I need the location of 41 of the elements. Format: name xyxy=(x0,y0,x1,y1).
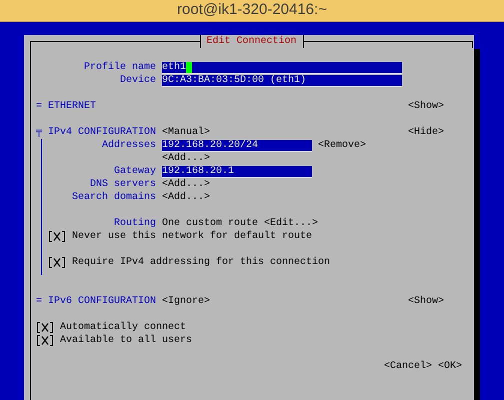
edit-button[interactable]: <Edit...> xyxy=(264,218,318,229)
mode-dropdown[interactable]: <Manual> xyxy=(162,126,210,139)
checkbox[interactable] xyxy=(48,231,66,242)
checkbox[interactable] xyxy=(36,322,54,333)
cancel-button[interactable]: <Cancel> xyxy=(384,361,432,372)
ok-button[interactable]: <OK> xyxy=(438,361,462,372)
checkbox-label: Require IPv4 addressing for this connection xyxy=(72,256,330,269)
input-field[interactable]: eth1 xyxy=(162,62,402,74)
field-label: Gateway xyxy=(112,165,156,178)
input-field[interactable]: 192.168.20.1 xyxy=(162,166,312,178)
checkbox-label: Automatically connect xyxy=(60,321,186,334)
section-header: IPv4 CONFIGURATION xyxy=(48,126,156,139)
section-header: IPv6 CONFIGURATION xyxy=(48,295,156,308)
input-field[interactable]: 9C:A3:BA:03:5D:00 (eth1) xyxy=(162,74,402,86)
checkbox-label: Never use this network for default route xyxy=(72,230,312,243)
routing-value: One custom route xyxy=(162,217,258,230)
checkbox[interactable] xyxy=(36,335,54,346)
field-label: Search domains xyxy=(70,191,156,204)
checkbox[interactable] xyxy=(48,257,66,268)
window-title: root@ik1-320-20416:~ xyxy=(177,0,327,20)
field-label: Routing xyxy=(112,217,156,230)
section-marker: = xyxy=(36,100,42,113)
field-label: Addresses xyxy=(100,139,156,152)
field-label: Device xyxy=(118,74,156,87)
add-button[interactable]: <Add...> xyxy=(162,152,210,165)
add-button[interactable]: <Add...> xyxy=(162,192,210,203)
remove-button[interactable]: <Remove> xyxy=(318,140,366,151)
field-label: Profile name xyxy=(82,61,156,74)
field-label: DNS servers xyxy=(88,178,156,191)
hide-toggle[interactable]: <Hide> xyxy=(408,126,444,139)
mode-dropdown[interactable]: <Ignore> xyxy=(162,295,210,308)
text-cursor xyxy=(186,62,192,72)
checkbox-label: Available to all users xyxy=(60,334,192,347)
show-toggle[interactable]: <Show> xyxy=(408,295,444,308)
section-marker: = xyxy=(36,295,42,308)
section-marker: ╤ xyxy=(36,126,42,139)
dialog-title: Edit Connection xyxy=(200,35,304,48)
show-toggle[interactable]: <Show> xyxy=(408,100,444,113)
section-header: ETHERNET xyxy=(48,100,96,113)
add-button[interactable]: <Add...> xyxy=(162,179,210,190)
input-field[interactable]: 192.168.20.20/24 xyxy=(162,140,312,152)
